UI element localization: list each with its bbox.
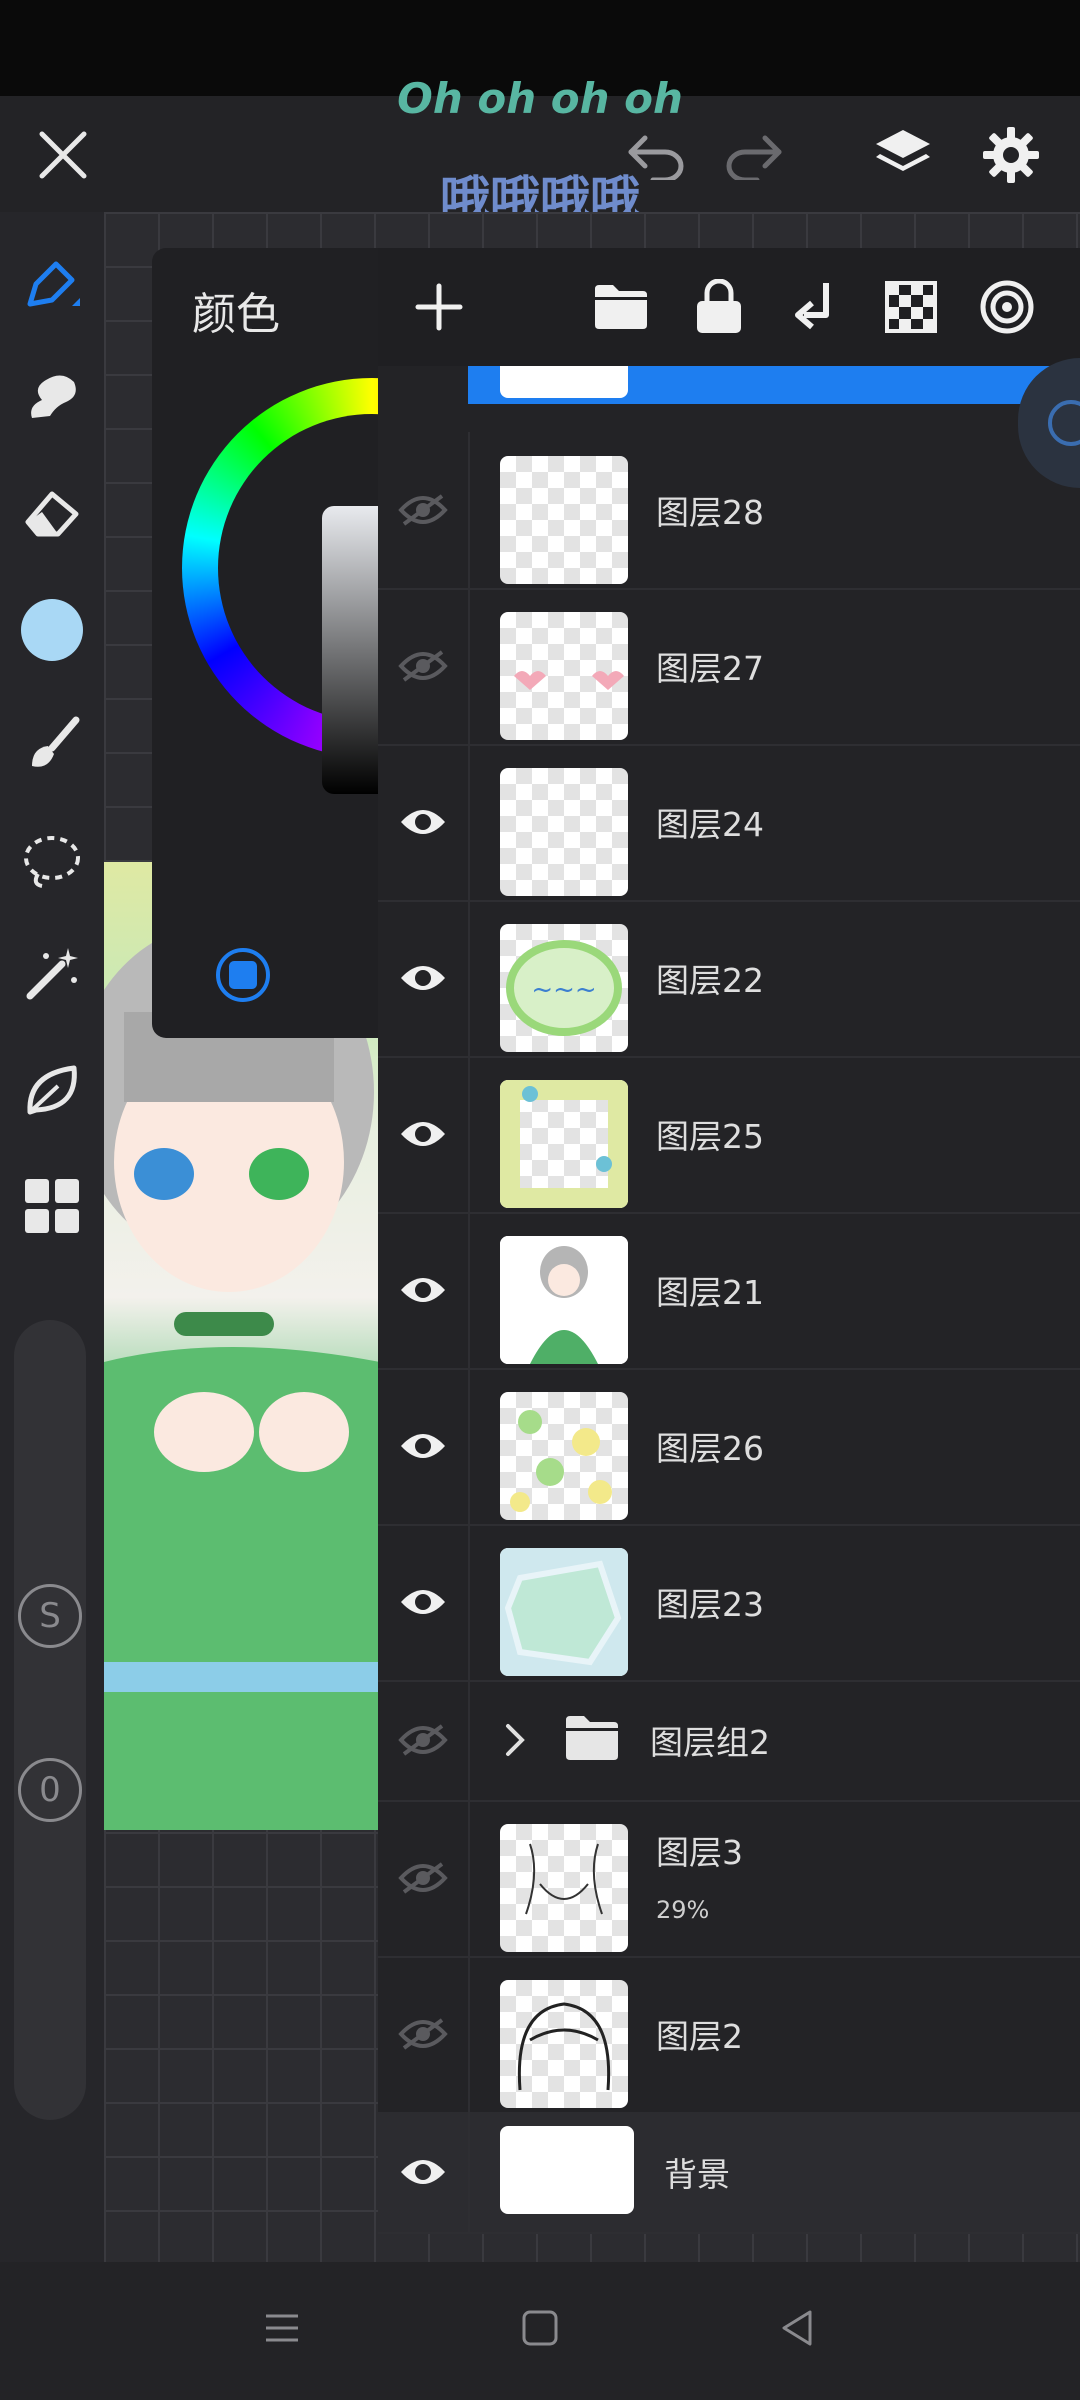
eye-icon[interactable]: [378, 1368, 470, 1524]
chevron-right-icon[interactable]: [500, 1720, 530, 1760]
layer-group-row[interactable]: 图层组2: [378, 1680, 1080, 1802]
back-icon[interactable]: [778, 2308, 818, 2352]
symmetry-label: S: [39, 1596, 61, 1636]
layer-name: 图层2: [656, 2017, 743, 2056]
layer-name: 图层26: [656, 1429, 764, 1468]
pen-icon[interactable]: [18, 250, 86, 318]
svg-text:~~~: ~~~: [531, 975, 596, 1005]
brush-size-slider[interactable]: [14, 1320, 86, 2120]
layer-row[interactable]: 图层21: [378, 1212, 1080, 1370]
layer-name: 图层23: [656, 1585, 764, 1624]
selected-layer-thumbnail: [500, 366, 628, 398]
eye-off-icon[interactable]: [378, 1956, 470, 2112]
layer-thumbnail: ~~~: [500, 924, 628, 1052]
layer-thumbnail: [500, 1392, 628, 1520]
layer-name: 图层25: [656, 1117, 764, 1156]
brush-icon[interactable]: [18, 710, 86, 778]
opacity-button[interactable]: 0: [18, 1758, 82, 1822]
layer-name: 图层21: [656, 1273, 764, 1312]
menu-icon[interactable]: [262, 2308, 302, 2352]
layer-row[interactable]: 图层24: [378, 744, 1080, 902]
layer-thumbnail: [500, 2126, 634, 2214]
layer-thumbnail: [500, 1980, 628, 2108]
transparency-icon[interactable]: [880, 276, 942, 338]
folder-icon: [564, 1714, 620, 1764]
system-nav-bar: [0, 2262, 1080, 2400]
eye-icon[interactable]: [378, 744, 470, 900]
layer-row[interactable]: 图层3 29%: [378, 1800, 1080, 1958]
layer-thumbnail: [500, 1548, 628, 1676]
eraser-icon[interactable]: [18, 478, 86, 546]
layer-thumbnail: [500, 1080, 628, 1208]
layer-thumbnail: [500, 456, 628, 584]
layer-name: 图层组2: [650, 1723, 770, 1762]
eye-off-icon[interactable]: [378, 588, 470, 744]
lyric-line-1: Oh oh oh oh: [397, 74, 683, 123]
eye-off-icon[interactable]: [378, 1680, 470, 1800]
add-layer-icon[interactable]: [408, 276, 470, 338]
leaf-icon[interactable]: [18, 1056, 86, 1124]
color-panel-title: 颜色: [192, 289, 280, 340]
layer-thumbnail: [500, 1236, 628, 1364]
eye-icon[interactable]: [378, 900, 470, 1056]
merge-down-icon[interactable]: [784, 276, 846, 338]
layer-thumbnail: [500, 768, 628, 896]
smudge-icon[interactable]: [18, 362, 86, 430]
eye-icon[interactable]: [378, 1524, 470, 1680]
lasso-icon[interactable]: [18, 826, 86, 894]
layer-thumbnail: [500, 1824, 628, 1952]
layer-row[interactable]: 图层2: [378, 1956, 1080, 2114]
folder-icon[interactable]: [590, 276, 652, 338]
layer-name: 图层28: [656, 493, 764, 532]
eye-off-icon[interactable]: [378, 432, 470, 588]
symmetry-button[interactable]: S: [18, 1584, 82, 1648]
layer-row[interactable]: ~~~ 图层22: [378, 900, 1080, 1058]
layer-row[interactable]: 图层23: [378, 1524, 1080, 1682]
background-layer-row[interactable]: 背景: [378, 2112, 1080, 2234]
eye-off-icon[interactable]: [378, 1800, 470, 1956]
layer-name: 图层3: [656, 1833, 743, 1872]
layer-row[interactable]: 图层25: [378, 1056, 1080, 1214]
eye-icon[interactable]: [378, 1056, 470, 1212]
eye-icon[interactable]: [378, 2112, 470, 2232]
layer-row[interactable]: 图层28: [378, 432, 1080, 590]
color-swatch[interactable]: [18, 596, 86, 664]
layer-name: 图层27: [656, 649, 764, 688]
layer-name: 背景: [664, 2155, 730, 2194]
layer-opacity: 29%: [656, 1896, 710, 1924]
layer-name: 图层22: [656, 961, 764, 1000]
layer-name: 图层24: [656, 805, 764, 844]
magic-wand-icon[interactable]: [18, 940, 86, 1008]
layers-panel: 图层28 图层27 图层24 ~~~ 图层22 图层25 图层21 图层26 图…: [378, 248, 1080, 2234]
layer-row[interactable]: 图层27: [378, 588, 1080, 746]
lock-icon[interactable]: [688, 276, 750, 338]
grid-icon[interactable]: [18, 1172, 86, 1240]
color-mode-button[interactable]: [216, 948, 270, 1002]
layers-header: [378, 248, 1080, 366]
opacity-label: 0: [39, 1770, 61, 1810]
layer-properties-icon[interactable]: [976, 276, 1038, 338]
layer-row[interactable]: 图层26: [378, 1368, 1080, 1526]
home-icon[interactable]: [520, 2308, 560, 2352]
layer-thumbnail: [500, 612, 628, 740]
eye-icon[interactable]: [378, 1212, 470, 1368]
